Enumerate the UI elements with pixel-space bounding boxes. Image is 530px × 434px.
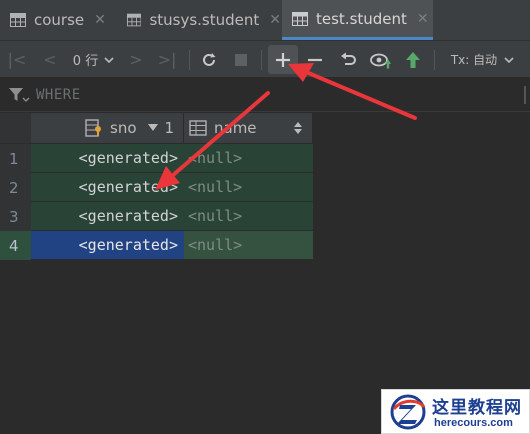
annotation-arrow-to-row xyxy=(155,91,270,190)
watermark-url: herecours.com xyxy=(434,417,513,429)
watermark-title: 这里教程网 xyxy=(432,398,522,418)
site-logo-icon xyxy=(390,394,426,430)
annotation-arrows xyxy=(155,63,417,190)
annotation-arrow-to-add xyxy=(288,63,417,120)
watermark-logo: 这里教程网 herecours.com xyxy=(381,389,530,434)
